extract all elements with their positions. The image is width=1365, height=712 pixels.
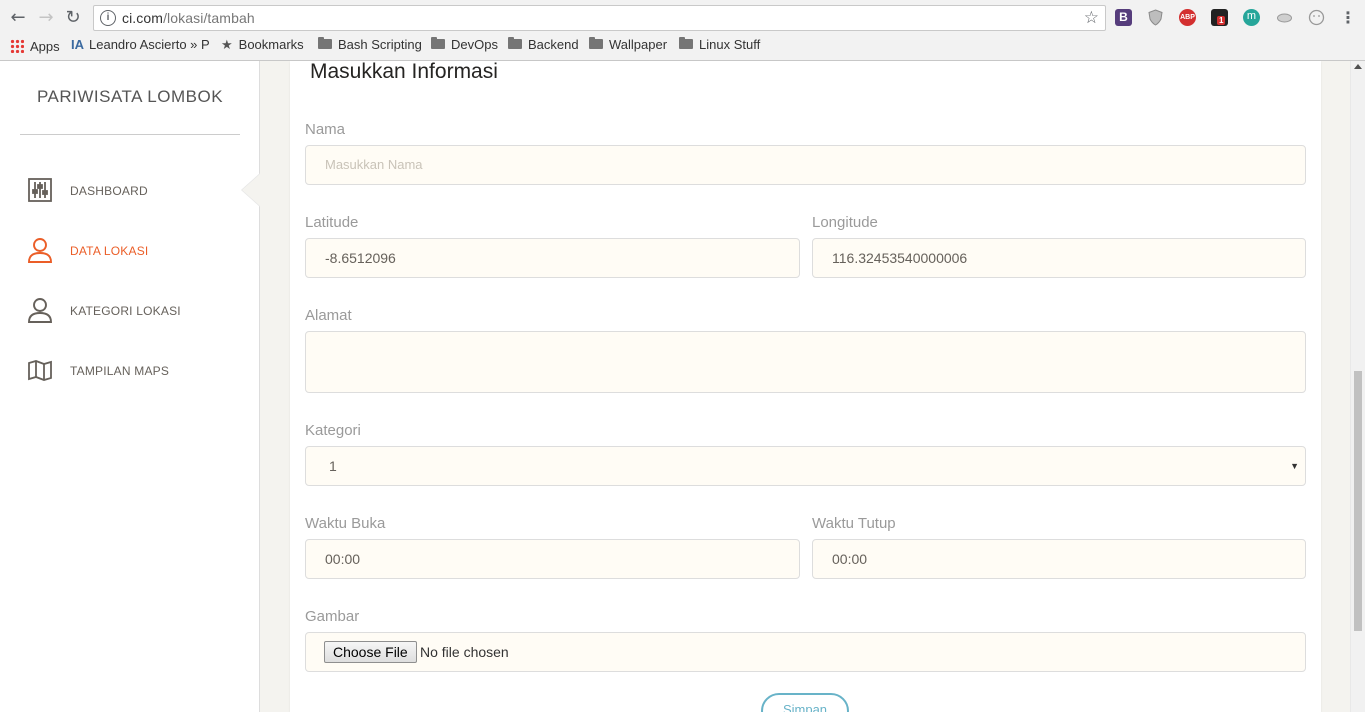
- sidebar-item-label: DATA LOKASI: [70, 244, 149, 258]
- sidebar-item-label: KATEGORI LOKASI: [70, 304, 181, 318]
- bookmark-star-icon[interactable]: ☆: [1084, 8, 1099, 28]
- folder-icon: [508, 37, 522, 49]
- emoji-extension-icon[interactable]: [1308, 9, 1325, 26]
- sidebar-item-tampilan-maps[interactable]: TAMPILAN MAPS: [26, 355, 246, 385]
- longitude-label: Longitude: [812, 214, 878, 231]
- simpan-button[interactable]: Simpan: [761, 693, 849, 712]
- brand-divider: [20, 134, 240, 135]
- page-scrollbar[interactable]: [1350, 61, 1365, 712]
- latitude-label: Latitude: [305, 214, 359, 231]
- alamat-textarea[interactable]: [305, 331, 1306, 393]
- equalizer-icon: [26, 176, 54, 204]
- sidebar-item-kategori-lokasi[interactable]: KATEGORI LOKASI: [26, 295, 246, 325]
- sidebar: PARIWISATA LOMBOK DASHBOARD DATA LOKASI: [0, 61, 260, 712]
- browser-chrome: ← → ↻ i ci.com/lokasi/tambah ☆ B ABP 1 m…: [0, 0, 1365, 61]
- address-bar[interactable]: i ci.com/lokasi/tambah ☆: [93, 5, 1106, 31]
- star-icon: ★: [221, 38, 233, 53]
- bookmark-folder-wallpaper[interactable]: Wallpaper: [589, 37, 667, 52]
- folder-icon: [431, 37, 445, 49]
- bookmarks-bar: Apps IA Leandro Ascierto » P ★ Bookmarks B…: [0, 36, 1365, 56]
- cloud-extension-icon[interactable]: [1276, 9, 1293, 26]
- kategori-selected-value: 1: [329, 458, 337, 474]
- form-card: Masukkan Informasi Nama Masukkan Nama La…: [290, 60, 1321, 712]
- sidebar-item-label: DASHBOARD: [70, 184, 148, 198]
- waktu-buka-input[interactable]: 00:00: [305, 539, 800, 579]
- waktu-tutup-input[interactable]: 00:00: [812, 539, 1306, 579]
- longitude-input[interactable]: 116.32453540000006: [812, 238, 1306, 278]
- gambar-label: Gambar: [305, 608, 360, 625]
- scrollbar-thumb[interactable]: [1354, 371, 1362, 631]
- latitude-input[interactable]: -8.6512096: [305, 238, 800, 278]
- bookmark-leandro[interactable]: IA Leandro Ascierto » P: [71, 37, 210, 52]
- folder-icon: [318, 37, 332, 49]
- bookmark-apps[interactable]: Apps: [10, 37, 60, 54]
- reload-icon[interactable]: ↻: [63, 8, 83, 28]
- sidebar-item-dashboard[interactable]: DASHBOARD: [26, 175, 246, 205]
- menu-kebab-icon[interactable]: ⋮: [1338, 8, 1358, 28]
- bootstrap-icon[interactable]: B: [1115, 9, 1132, 26]
- user-icon: [26, 296, 54, 324]
- alamat-label: Alamat: [305, 307, 352, 324]
- card-title: Masukkan Informasi: [310, 60, 498, 83]
- m-extension-icon[interactable]: m: [1243, 9, 1260, 26]
- shield-icon[interactable]: [1147, 9, 1164, 26]
- bookmark-folder-bash[interactable]: Bash Scripting: [318, 37, 422, 52]
- apps-grid-icon: [10, 39, 24, 53]
- url-text: ci.com/lokasi/tambah: [122, 10, 255, 26]
- bookmark-folder-backend[interactable]: Backend: [508, 37, 579, 52]
- nama-label: Nama: [305, 121, 346, 138]
- bookmark-bookmarks[interactable]: ★ Bookmarks: [221, 37, 304, 53]
- file-status-text: No file chosen: [420, 644, 509, 660]
- nama-input[interactable]: Masukkan Nama: [305, 145, 1306, 185]
- bookmark-folder-devops[interactable]: DevOps: [431, 37, 498, 52]
- choose-file-button[interactable]: Choose File: [324, 641, 417, 663]
- waktu-tutup-label: Waktu Tutup: [812, 515, 896, 532]
- adblock-icon[interactable]: ABP: [1179, 9, 1196, 26]
- sidebar-item-data-lokasi[interactable]: DATA LOKASI: [26, 235, 246, 265]
- scroll-up-arrow-icon[interactable]: [1354, 64, 1362, 69]
- forward-icon[interactable]: →: [36, 8, 56, 28]
- leandro-favicon-icon: IA: [71, 37, 84, 52]
- map-icon: [26, 356, 54, 384]
- bookmark-folder-linux[interactable]: Linux Stuff: [679, 37, 760, 52]
- site-info-icon[interactable]: i: [100, 10, 116, 26]
- brand-title[interactable]: PARIWISATA LOMBOK: [20, 87, 240, 107]
- waktu-buka-label: Waktu Buka: [305, 515, 386, 532]
- back-icon[interactable]: ←: [8, 8, 28, 28]
- user-icon: [26, 236, 54, 264]
- gambar-file-input[interactable]: Choose File No file chosen: [305, 632, 1306, 672]
- sidebar-item-label: TAMPILAN MAPS: [70, 364, 170, 378]
- folder-icon: [679, 37, 693, 49]
- kategori-select[interactable]: 1 ▼: [305, 446, 1306, 486]
- kategori-label: Kategori: [305, 422, 361, 439]
- chevron-down-icon: ▼: [1290, 461, 1299, 471]
- folder-icon: [589, 37, 603, 49]
- active-indicator: [242, 174, 260, 206]
- extension-badge-icon[interactable]: 1: [1211, 9, 1228, 26]
